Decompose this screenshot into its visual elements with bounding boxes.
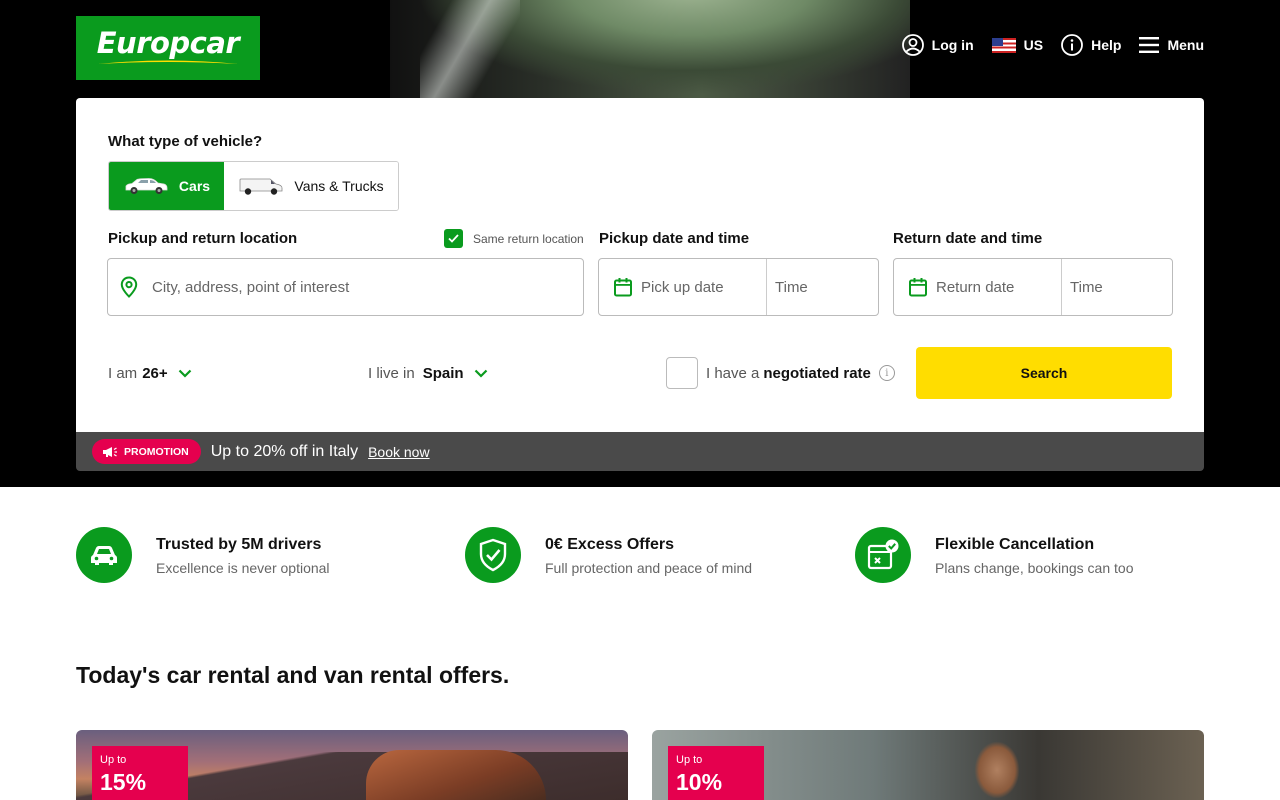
offer-discount-badge: Up to 15%: [92, 746, 188, 800]
pickup-time-placeholder: Time: [775, 278, 808, 296]
user-icon: [901, 34, 924, 56]
benefit-text: Flexible Cancellation Plans change, book…: [935, 536, 1133, 576]
chevron-down-icon: [178, 369, 191, 378]
pickup-date-time-field: Pick up date Time: [598, 258, 879, 316]
age-selector[interactable]: I am 26+: [108, 347, 192, 399]
return-time-placeholder: Time: [1070, 278, 1103, 296]
vehicle-type-tabs: Cars Vans & Trucks: [108, 161, 399, 211]
location-placeholder: City, address, point of interest: [152, 278, 350, 296]
negotiated-bold-label: negotiated rate: [763, 364, 871, 382]
pickup-date-placeholder: Pick up date: [641, 278, 724, 296]
tab-cars[interactable]: Cars: [109, 162, 224, 210]
hamburger-icon: [1139, 37, 1160, 53]
shield-check-icon: [465, 527, 521, 583]
country-selector[interactable]: US: [991, 37, 1044, 53]
info-circle-icon: [1061, 34, 1083, 56]
calendar-check-icon: [855, 527, 911, 583]
offer-badge-value: 15%: [100, 769, 147, 795]
return-date-input[interactable]: Return date: [894, 259, 1061, 315]
negotiated-rate-checkbox[interactable]: [666, 357, 698, 389]
vehicle-type-question: What type of vehicle?: [108, 133, 263, 150]
benefit-subtitle: Plans change, bookings can too: [935, 560, 1134, 576]
person-image: [952, 730, 1042, 800]
menu-button[interactable]: Menu: [1139, 36, 1204, 54]
benefit-title: Flexible Cancellation: [935, 536, 1095, 553]
offer-badge-upto: Up to: [100, 754, 127, 766]
negotiated-rate-option: I have a negotiated rate i: [666, 347, 895, 399]
info-icon[interactable]: i: [878, 365, 895, 381]
benefit-subtitle: Excellence is never optional: [156, 560, 330, 576]
promotion-badge: PROMOTION: [92, 439, 201, 464]
menu-label: Menu: [1167, 37, 1204, 53]
offers-section-title: Today's car rental and van rental offers…: [76, 662, 510, 688]
return-date-placeholder: Return date: [936, 278, 1015, 296]
location-label: Pickup and return location: [108, 230, 298, 247]
negotiated-prefix: I have a: [706, 364, 760, 382]
help-label: Help: [1091, 37, 1122, 53]
europcar-logo[interactable]: Europcar: [76, 16, 260, 80]
residence-prefix: I live in: [368, 364, 415, 382]
promotion-text: Up to 20% off in Italy: [210, 442, 359, 460]
offer-badge-value: 10%: [676, 769, 723, 795]
logo-swoosh-icon: [98, 60, 238, 64]
cliff-image: [366, 750, 546, 800]
search-button[interactable]: Search: [916, 347, 1172, 399]
residence-selector[interactable]: I live in Spain: [368, 347, 488, 399]
offer-badge-upto: Up to: [676, 754, 703, 766]
return-time-input[interactable]: Time: [1062, 259, 1172, 315]
tab-cars-label: Cars: [178, 178, 211, 194]
help-link[interactable]: Help: [1061, 34, 1121, 56]
return-date-time-field: Return date Time: [893, 258, 1173, 316]
offer-card-italy[interactable]: Up to 15%: [76, 730, 628, 800]
same-return-label: Same return location: [473, 231, 584, 246]
country-label: US: [1023, 37, 1044, 53]
benefit-cancellation: Flexible Cancellation Plans change, book…: [855, 527, 1133, 583]
offer-discount-badge: Up to 10%: [668, 746, 764, 800]
us-flag-icon: [991, 37, 1016, 53]
age-value: 26+: [142, 364, 168, 382]
tab-vans-trucks[interactable]: Vans & Trucks: [224, 162, 398, 210]
benefit-title: Trusted by 5M drivers: [156, 536, 322, 553]
logo-text: Europcar: [96, 25, 240, 60]
benefit-excess: 0€ Excess Offers Full protection and pea…: [465, 527, 752, 583]
map-pin-icon: [120, 276, 138, 298]
promotion-bar: PROMOTION Up to 20% off in Italy Book no…: [76, 432, 1204, 471]
login-label: Log in: [931, 37, 974, 53]
pickup-time-input[interactable]: Time: [767, 259, 878, 315]
promotion-badge-label: PROMOTION: [124, 445, 189, 458]
login-link[interactable]: Log in: [901, 34, 974, 56]
van-icon: [239, 178, 283, 195]
search-card: What type of vehicle? Cars Vans & Trucks…: [76, 98, 1204, 432]
benefit-text: Trusted by 5M drivers Excellence is neve…: [156, 536, 330, 576]
checkbox-checked-icon: [444, 229, 463, 248]
residence-value: Spain: [422, 364, 464, 382]
pickup-label: Pickup date and time: [599, 230, 750, 247]
car-icon: [76, 527, 132, 583]
location-input[interactable]: City, address, point of interest: [107, 258, 584, 316]
benefit-trusted: Trusted by 5M drivers Excellence is neve…: [76, 527, 330, 583]
same-return-location-checkbox[interactable]: Same return location: [444, 229, 584, 248]
hero-car-headlight: [420, 0, 520, 98]
calendar-icon: [909, 278, 927, 297]
benefit-subtitle: Full protection and peace of mind: [545, 560, 753, 576]
chevron-down-icon: [474, 369, 487, 378]
tab-vans-label: Vans & Trucks: [294, 178, 384, 194]
benefit-text: 0€ Excess Offers Full protection and pea…: [545, 536, 752, 576]
megaphone-icon: [103, 446, 117, 457]
age-prefix: I am: [108, 364, 138, 382]
car-icon: [125, 178, 168, 194]
calendar-icon: [614, 278, 632, 297]
pickup-date-input[interactable]: Pick up date: [599, 259, 766, 315]
return-label: Return date and time: [893, 230, 1043, 247]
top-navigation: Log in US Help Menu: [884, 34, 1204, 56]
book-now-link[interactable]: Book now: [368, 444, 429, 460]
benefit-title: 0€ Excess Offers: [545, 536, 674, 553]
offer-card-second[interactable]: Up to 10%: [652, 730, 1204, 800]
